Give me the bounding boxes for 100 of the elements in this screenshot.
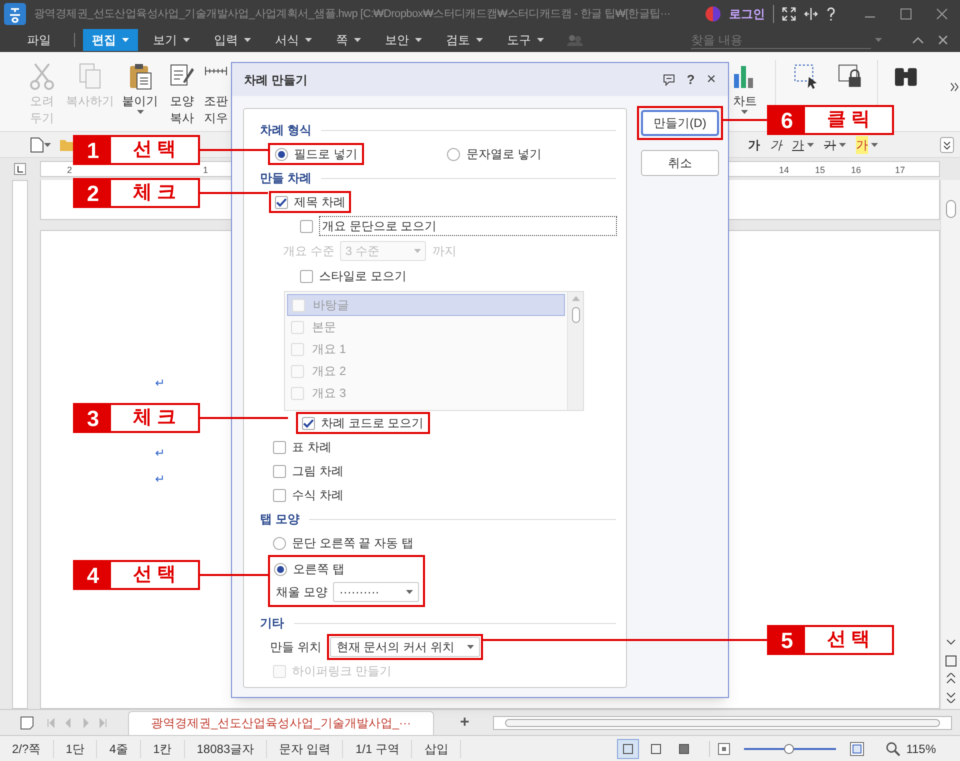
section-heading: 기타	[260, 615, 284, 632]
section-heading: 차례 형식	[260, 122, 312, 139]
ribbon-button[interactable]: 차트	[722, 52, 767, 131]
checkbox[interactable]: 수식 차례	[269, 484, 348, 506]
zoom-slider[interactable]	[744, 742, 836, 754]
checkbox[interactable]: 스타일로 모으기	[296, 265, 410, 287]
caret-icon	[136, 110, 144, 114]
caret-icon	[183, 38, 190, 42]
format-button[interactable]: 가	[768, 136, 784, 154]
caret-icon	[476, 38, 483, 42]
radio-button[interactable]: 오른쪽 탭	[274, 558, 344, 580]
login-link[interactable]: 로그인	[729, 5, 765, 23]
field-label: 만들 위치	[270, 639, 322, 656]
ruler-number: 15	[815, 164, 826, 177]
menu-tab[interactable]: 쪽	[327, 29, 370, 51]
checkbox[interactable]: 제목 차례	[269, 191, 352, 213]
collapse-icon[interactable]	[912, 36, 924, 44]
section-heading: 만들 차례	[260, 170, 312, 187]
marks-icon	[205, 66, 227, 76]
ruler-number: 2	[67, 164, 72, 177]
menu-tab[interactable]: 보기	[144, 29, 199, 51]
caret-icon	[741, 110, 748, 114]
next-page-icon[interactable]	[944, 691, 956, 703]
more-icon[interactable]	[950, 82, 960, 92]
checkbox[interactable]: 차례 코드로 모으기	[296, 412, 430, 434]
caret-icon	[44, 142, 51, 146]
zoom-out-icon[interactable]	[718, 742, 730, 754]
caret-icon	[467, 645, 474, 649]
menu-tab[interactable]: 입력	[205, 29, 260, 51]
slider-thumb[interactable]	[784, 744, 794, 754]
checkbox[interactable]: 그림 차례	[269, 460, 348, 482]
caret-icon	[414, 249, 422, 253]
search-icon[interactable]	[886, 742, 900, 756]
leader-line	[722, 119, 767, 121]
checkbox[interactable]: 표 차례	[269, 436, 336, 458]
ruler-number: 1	[203, 164, 208, 177]
zoom-reading: 115%	[906, 740, 936, 758]
ribbon-button[interactable]: 조판 지우	[202, 52, 230, 131]
menu-tab[interactable]: 편집	[83, 29, 138, 51]
scroll-thumb[interactable]	[946, 200, 956, 218]
ruler-number: 16	[851, 164, 862, 177]
format-button[interactable]: 가	[854, 136, 880, 154]
clipboard-icon	[127, 62, 153, 90]
menu-tab[interactable]: 도구	[498, 29, 553, 51]
tab-stop-icon[interactable]	[14, 163, 26, 175]
ribbon-button[interactable]: 모양 복사	[162, 52, 202, 131]
page-icon[interactable]	[944, 655, 956, 667]
caret-icon	[415, 38, 422, 42]
help-icon[interactable]	[826, 7, 836, 21]
menu-tab[interactable]: 보안	[376, 29, 431, 51]
document-tab[interactable]: 광역경제권_선도산업육성사업_기술개발사업_···	[128, 710, 434, 734]
split-icon[interactable]	[804, 7, 818, 21]
dialog-button[interactable]: 만들기(D)	[637, 106, 723, 140]
radio-button[interactable]: 문자열로 넣기	[442, 143, 547, 165]
radio-button[interactable]: 문단 오른쪽 끝 자동 탭	[273, 532, 414, 554]
previous-page-icon[interactable]	[944, 673, 956, 685]
status-item: 1칸	[141, 740, 185, 758]
field-suffix: 까지	[432, 243, 456, 260]
caret-icon	[406, 590, 414, 594]
paragraph-mark: ↵	[155, 446, 165, 460]
checkmark-icon	[303, 418, 314, 428]
new-document-icon[interactable]	[30, 136, 44, 152]
caret-icon	[244, 38, 251, 42]
format-button[interactable]: 가	[746, 136, 762, 154]
format-button[interactable]: 가	[822, 136, 848, 154]
status-item: 1단	[54, 740, 98, 758]
close-button[interactable]: ×	[706, 68, 716, 92]
zoom-in-icon[interactable]	[850, 742, 864, 756]
status-item: 문자 입력	[267, 740, 344, 758]
caret-icon	[871, 142, 878, 146]
menu-tab[interactable]: 검토	[437, 29, 492, 51]
step-callout: 5 선 택	[767, 625, 894, 655]
note-icon[interactable]	[20, 716, 34, 730]
dropdown[interactable]: ··········	[333, 582, 420, 602]
expand-icon[interactable]	[940, 136, 954, 152]
scroll-thumb[interactable]	[505, 718, 940, 726]
comment-icon[interactable]	[662, 74, 675, 86]
folder-icon[interactable]	[59, 138, 75, 152]
caret-icon	[305, 38, 312, 42]
paragraph-mark: ↵	[155, 376, 165, 390]
status-item: 삽입	[412, 740, 462, 758]
search-field[interactable]: 찾을 내용	[691, 31, 871, 49]
radio-button[interactable]: 필드로 넣기	[268, 143, 364, 165]
caret-icon	[839, 142, 846, 146]
close-icon[interactable]	[938, 35, 948, 45]
caret-icon	[537, 38, 544, 42]
status-item: 1/1 구역	[343, 740, 412, 758]
user-logo-icon	[705, 6, 721, 22]
help-button[interactable]: ?	[686, 70, 695, 90]
step-callout: 6 클 릭	[767, 105, 894, 135]
ribbon-button[interactable]: 붙이기	[118, 52, 162, 131]
view-mode-button[interactable]	[617, 738, 640, 758]
menu-tab[interactable]: 서식	[266, 29, 321, 51]
format-button[interactable]: 가	[790, 136, 816, 154]
menu-tab[interactable]: 파일	[18, 29, 60, 51]
dropdown[interactable]: 현재 문서의 커서 위치	[327, 634, 484, 660]
checkmark-icon	[276, 198, 287, 206]
new-tab-button[interactable]: +	[452, 710, 478, 734]
paragraph-mark: ↵	[155, 472, 165, 486]
fullscreen-icon[interactable]	[782, 7, 796, 21]
